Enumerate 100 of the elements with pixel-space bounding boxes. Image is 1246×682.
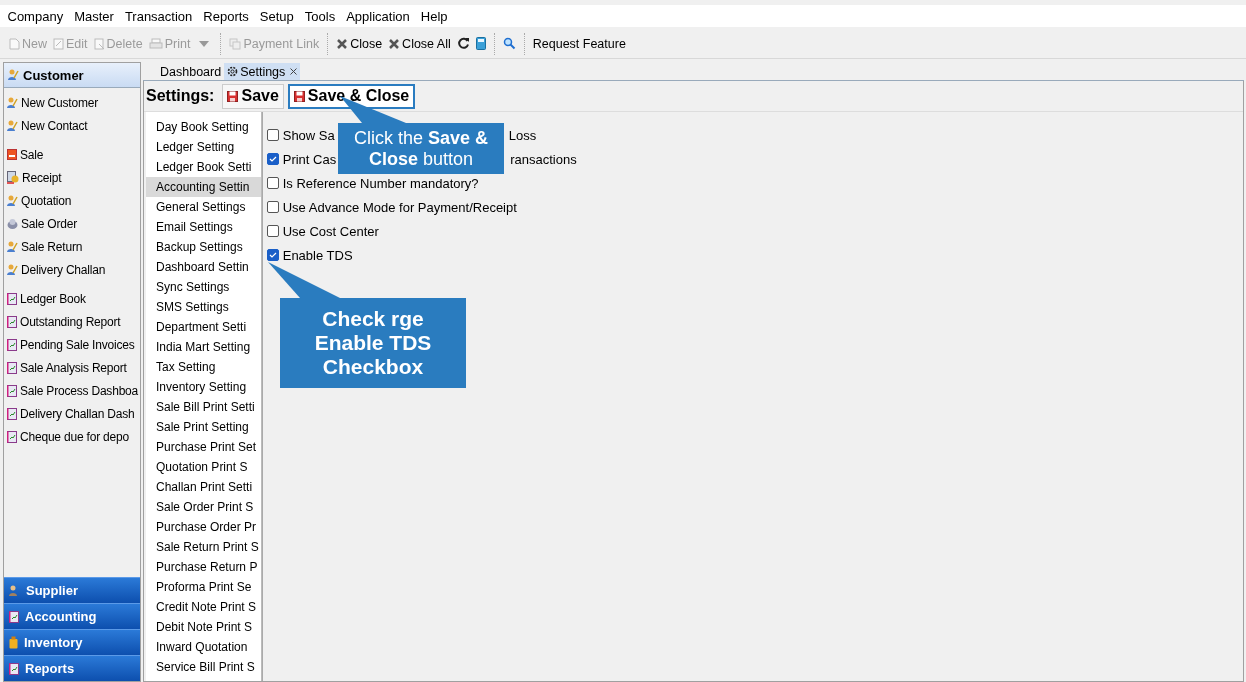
settings-category[interactable]: Challan Print Setti [146, 477, 261, 497]
settings-category[interactable]: Email Settings [146, 217, 261, 237]
document-icon [7, 149, 17, 160]
settings-category[interactable]: Ledger Book Setti [146, 157, 261, 177]
printer-icon [148, 37, 163, 50]
settings-category[interactable]: Sale Print Setting [146, 417, 261, 437]
settings-category[interactable]: Tax Setting [146, 357, 261, 377]
sidebar-item[interactable]: Receipt [4, 166, 62, 189]
settings-category[interactable]: Sale Return Print S [146, 537, 261, 557]
person-icon [8, 69, 19, 81]
jar-icon [9, 636, 18, 649]
settings-category[interactable]: Sale Order Print S [146, 497, 261, 517]
toolbar-button[interactable]: Close [333, 34, 386, 53]
close-icon[interactable] [290, 68, 298, 75]
settings-category[interactable]: Inward Quotation [146, 637, 261, 657]
sidebar-item[interactable]: Pending Sale Invoices [4, 333, 135, 356]
toolbar-button[interactable]: Close All [385, 34, 454, 53]
menu-item[interactable]: Transaction [119, 8, 198, 24]
menu-item[interactable]: Help [415, 8, 454, 24]
sidebar-item[interactable]: Delivery Challan Dash [4, 402, 135, 425]
settings-category[interactable]: Debit Note Print S [146, 617, 261, 637]
settings-category[interactable]: Purchase Return P [146, 557, 261, 577]
menu-item[interactable]: Tools [299, 8, 341, 24]
sidebar-item[interactable]: Sale Return [4, 235, 83, 258]
menu-item[interactable]: Reports [197, 8, 255, 24]
chart-book-icon [9, 610, 19, 623]
toolbar-button[interactable]: Request Feature [529, 34, 629, 53]
settings-category[interactable]: Backup Settings [146, 237, 261, 257]
settings-category[interactable]: Purchase Order Pr [146, 517, 261, 537]
settings-category[interactable]: SMS Settings [146, 297, 261, 317]
settings-category[interactable]: Department Setti [146, 317, 261, 337]
save-button[interactable]: Save & Close [287, 83, 416, 109]
floppy-icon [293, 90, 305, 102]
settings-title: Settings: [146, 87, 215, 105]
menu-item[interactable]: Setup [254, 8, 300, 24]
checkbox[interactable] [266, 201, 279, 213]
pencil-icon [53, 37, 64, 50]
settings-category[interactable]: Purchase Print Set [146, 437, 261, 457]
coin-icon [7, 171, 19, 184]
sidebar-item[interactable]: Cheque due for depo [4, 425, 129, 448]
figure-icon [7, 217, 18, 230]
menu-item[interactable]: Company [2, 8, 69, 24]
settings-category[interactable]: Sale Bill Print Setti [146, 397, 261, 417]
sidebar-section[interactable]: Supplier [4, 577, 140, 603]
chart-book-icon [7, 361, 17, 374]
sidebar-item[interactable]: Ledger Book [4, 287, 86, 310]
close-icon [336, 37, 349, 50]
person-icon [7, 194, 18, 207]
sidebar-item[interactable]: Quotation [4, 189, 72, 212]
checkbox[interactable] [266, 177, 279, 189]
chart-book-icon [9, 662, 19, 675]
settings-category[interactable]: General Settings [146, 197, 261, 217]
save-button[interactable]: Save [222, 83, 284, 109]
settings-category[interactable]: Accounting Settin [146, 177, 261, 197]
settings-category[interactable]: Service Bill Print S [146, 657, 261, 677]
tab[interactable]: Settings [224, 63, 301, 80]
settings-category[interactable]: India Mart Setting [146, 337, 261, 357]
chart-book-icon [7, 407, 17, 420]
settings-category[interactable]: Inventory Setting [146, 377, 261, 397]
refresh-icon[interactable] [456, 37, 470, 50]
settings-category[interactable]: Credit Note Print S [146, 597, 261, 617]
person-icon [7, 119, 18, 132]
person-icon [7, 96, 18, 109]
chart-book-icon [7, 430, 17, 443]
checkbox-label: ransactions [510, 151, 577, 167]
checkbox[interactable] [266, 249, 279, 261]
sidebar-item[interactable]: Outstanding Report [4, 310, 121, 333]
settings-category[interactable]: Ledger Setting [146, 137, 261, 157]
settings-category[interactable]: Quotation Print S [146, 457, 261, 477]
sidebar-item[interactable]: Sale [4, 143, 44, 166]
sidebar-header[interactable]: Customer [4, 63, 140, 88]
chart-book-icon [7, 315, 17, 328]
checkbox-label: Show Sa [282, 127, 335, 143]
settings-category[interactable]: Proforma Print Se [146, 577, 261, 597]
sidebar-item[interactable]: New Contact [4, 114, 88, 137]
checkbox[interactable] [266, 153, 279, 165]
checkbox-label: Use Advance Mode for Payment/Receipt [282, 199, 517, 215]
chart-book-icon [7, 338, 17, 351]
person-icon [7, 240, 18, 253]
settings-category[interactable]: Day Book Setting [146, 117, 261, 137]
settings-category[interactable]: Sync Settings [146, 277, 261, 297]
sidebar-section[interactable]: Inventory [4, 629, 140, 655]
sidebar-item[interactable]: Sale Process Dashboa [4, 379, 139, 402]
checkbox[interactable] [266, 129, 279, 141]
sidebar-item[interactable]: Sale Order [4, 212, 78, 235]
chart-book-icon [7, 292, 17, 305]
sidebar-section[interactable]: Reports [4, 655, 140, 681]
sidebar-item[interactable]: Sale Analysis Report [4, 356, 127, 379]
sidebar-item[interactable]: Delivery Challan [4, 258, 106, 281]
floppy-icon [227, 90, 239, 102]
sidebar-item[interactable]: New Customer [4, 91, 98, 114]
menu-item[interactable]: Application [340, 8, 416, 24]
sidebar-section[interactable]: Accounting [4, 603, 140, 629]
search-icon[interactable] [502, 37, 516, 50]
calculator-icon[interactable] [475, 37, 486, 50]
checkbox-label: Loss [508, 127, 537, 143]
callout-text: Click the Save & Close button [352, 127, 490, 170]
menu-item[interactable]: Master [68, 8, 120, 24]
checkbox[interactable] [266, 225, 279, 237]
settings-category[interactable]: Dashboard Settin [146, 257, 261, 277]
